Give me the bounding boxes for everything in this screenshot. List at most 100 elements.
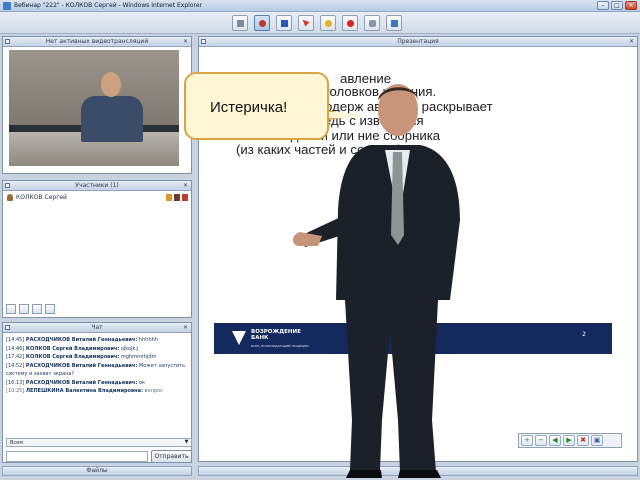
files-panel-title: Файлы	[86, 467, 108, 474]
chat-message: [16:13] РАСХОДЧИКОВ Виталий Геннадьевич:…	[6, 379, 191, 388]
chat-message-author: КОЛКОВ Сергей Владимирович:	[25, 354, 120, 360]
speech-bubble: Истеричка!	[184, 72, 329, 140]
audio-permission-button[interactable]	[19, 304, 29, 314]
title-bar: Вебинар "222" - КОЛКОВ Сергей - Windows …	[0, 0, 640, 12]
next-slide-icon[interactable]: ▶	[563, 435, 575, 446]
maximize-button[interactable]: □	[611, 1, 623, 10]
pointer-icon	[302, 19, 310, 27]
chat-message-time: [16:13]	[6, 379, 25, 386]
main-toolbar	[0, 12, 640, 34]
presentation-panel-title: Презентация	[397, 38, 439, 45]
participant-name: КОЛКОВ Сергей	[16, 194, 67, 201]
recipient-value: Всем	[10, 440, 24, 446]
camera-small-icon[interactable]	[182, 194, 188, 201]
person-settings-button[interactable]	[45, 304, 55, 314]
send-button[interactable]: Отправить	[151, 450, 192, 463]
chat-message: [17:42] КОЛКОВ Сергей Владимирович: mghm…	[6, 353, 191, 362]
video-person	[81, 96, 143, 142]
phone-button[interactable]	[364, 15, 380, 31]
panel-minimize-icon[interactable]	[5, 183, 10, 188]
pointer-button[interactable]	[298, 15, 314, 31]
print-button[interactable]	[32, 304, 42, 314]
chat-input[interactable]	[6, 451, 148, 462]
video-stream	[9, 50, 179, 166]
slide-line: (из каких частей и состоит).	[236, 142, 406, 157]
chat-message: [14:52] РАСХОДЧИКОВ Виталий Геннадьевич:…	[6, 362, 191, 371]
panel-minimize-icon[interactable]	[5, 325, 10, 330]
record-button[interactable]	[342, 15, 358, 31]
chat-message: [14:46] КОЛКОВ Сергей Владимирович: ojko…	[6, 345, 191, 354]
screen-share-button[interactable]	[232, 15, 248, 31]
panel-minimize-icon[interactable]	[5, 39, 10, 44]
participants-actions	[6, 304, 55, 314]
layout-button[interactable]	[386, 15, 402, 31]
chat-message-text: ок	[137, 379, 146, 386]
chat-log: [14:45] РАСХОДЧИКОВ Виталий Геннадьевич:…	[6, 336, 191, 396]
chevron-down-icon: ▼	[184, 439, 189, 445]
speech-bubble-text: Истеричка!	[210, 99, 288, 116]
chat-message: [10:25] ЛЕПЕШКИНА Валентина Владимировна…	[6, 387, 191, 396]
monitor-icon	[236, 19, 244, 27]
record-icon	[346, 19, 354, 27]
window-title: Вебинар "222" - КОЛКОВ Сергей - Windows …	[14, 2, 202, 9]
files-panel[interactable]: Файлы	[2, 466, 192, 476]
chat-message-time: [14:52]	[6, 362, 25, 369]
bank-logo-icon	[232, 331, 246, 345]
window-controls: – □ ✕	[597, 1, 637, 10]
camera-button[interactable]	[254, 15, 270, 31]
close-window-button[interactable]: ✕	[625, 1, 637, 10]
fullscreen-icon[interactable]: ▣	[591, 435, 603, 446]
chat-message-time: [10:25]	[6, 388, 25, 394]
chat-message-author: РАСХОДЧИКОВ Виталий Геннадьевич:	[25, 379, 138, 386]
chat-message-text: mghmmrhjdm	[119, 354, 157, 360]
participants-panel: Участники (1) ✕ КОЛКОВ Сергей	[2, 180, 192, 318]
add-slide-icon[interactable]: +	[521, 435, 533, 446]
ie-icon	[3, 2, 11, 10]
bank-logo-name: ВОЗРОЖДЕНИЕ БАНК	[251, 329, 301, 341]
recipient-select[interactable]: Всем ▼	[6, 438, 192, 447]
slide-footer: ВОЗРОЖДЕНИЕ БАНК БАНК, ВОЗРОЖДАЮЩИЙ ТРАД…	[214, 323, 612, 354]
polls-panel[interactable]: Опросы	[198, 466, 638, 476]
chat-message-author: ЛЕПЕШКИНА Валентина Владимировна:	[25, 388, 143, 394]
video-panel-close-button[interactable]: ✕	[182, 38, 189, 45]
pencil-icon[interactable]	[166, 194, 172, 201]
video-panel: Нет активных видеотрансляций ✕	[2, 36, 192, 174]
video-panel-header: Нет активных видеотрансляций ✕	[3, 37, 191, 47]
presentation-panel-close-button[interactable]: ✕	[628, 38, 635, 45]
chat-message-text: систему и захват экрана?	[6, 371, 75, 377]
participant-tools	[166, 194, 188, 201]
minimize-button[interactable]: –	[597, 1, 609, 10]
chat-panel: Чат ✕ [14:45] РАСХОДЧИКОВ Виталий Геннад…	[2, 322, 192, 463]
chat-panel-title: Чат	[91, 324, 103, 331]
prev-slide-icon[interactable]: ◀	[549, 435, 561, 446]
remove-slide-icon[interactable]: −	[535, 435, 547, 446]
presentation-panel-header: Презентация ✕	[199, 37, 637, 47]
chat-message-author: РАСХОДЧИКОВ Виталий Геннадьевич:	[25, 362, 138, 369]
mic-icon[interactable]	[174, 194, 180, 201]
emotion-button[interactable]	[320, 15, 336, 31]
chat-message-text: вопрос	[142, 388, 163, 394]
panel-minimize-icon[interactable]	[201, 39, 206, 44]
chat-message-time: [14:46]	[6, 345, 25, 352]
participant-row[interactable]: КОЛКОВ Сергей	[7, 194, 67, 201]
person-icon	[7, 194, 13, 201]
webinar-app: Вебинар "222" - КОЛКОВ Сергей - Windows …	[0, 0, 640, 480]
chat-message-time: [14:45]	[6, 337, 25, 343]
slides-icon	[280, 19, 288, 27]
phone-icon	[368, 19, 376, 27]
chat-message-text: ojkojk;j	[119, 345, 139, 352]
chat-message-text: Может запустить	[137, 362, 186, 369]
participants-panel-close-button[interactable]: ✕	[182, 182, 189, 189]
chat-message-text: hhhhhh	[137, 337, 158, 343]
smile-icon	[324, 19, 332, 27]
stop-icon[interactable]: ✖	[577, 435, 589, 446]
chat-message: систему и захват экрана?	[6, 370, 191, 379]
slides-button[interactable]	[276, 15, 292, 31]
chat-panel-header: Чат ✕	[3, 323, 191, 333]
participants-panel-title: Участники (1)	[75, 182, 119, 189]
chat-message: [14:45] РАСХОДЧИКОВ Виталий Геннадьевич:…	[6, 336, 191, 345]
camera-icon	[258, 19, 266, 27]
chat-panel-close-button[interactable]: ✕	[182, 324, 189, 331]
chat-message-author: РАСХОДЧИКОВ Виталий Геннадьевич:	[25, 337, 138, 343]
draw-permission-button[interactable]	[6, 304, 16, 314]
